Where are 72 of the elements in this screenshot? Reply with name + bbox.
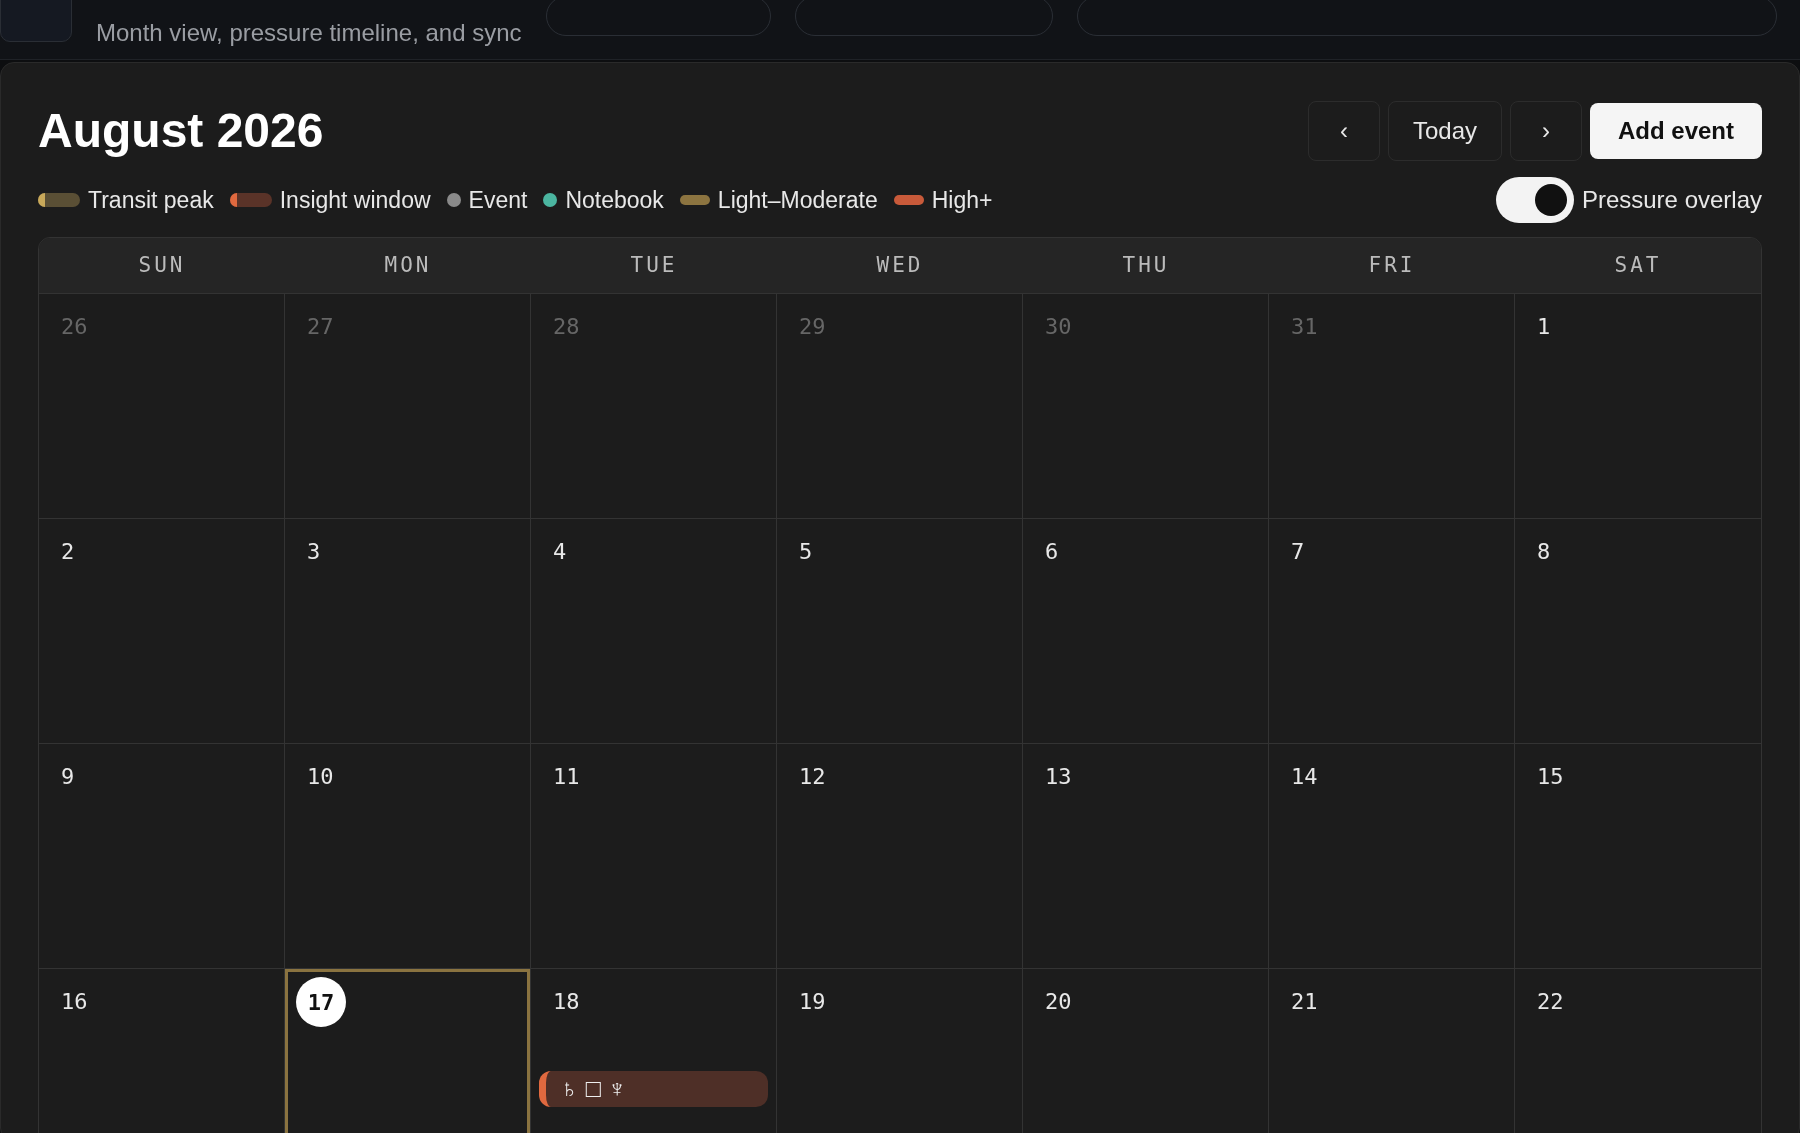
day-cell[interactable]: 3	[285, 518, 531, 743]
day-number: 13	[1045, 763, 1072, 791]
weekday-header: WED	[777, 238, 1023, 293]
legend-label: Light–Moderate	[717, 185, 878, 215]
weekday-header: FRI	[1269, 238, 1515, 293]
day-number: 2	[61, 538, 75, 566]
day-number: 31	[1291, 313, 1318, 341]
day-cell[interactable]: 8	[1515, 518, 1761, 743]
day-number: 4	[553, 538, 567, 566]
previous-month-button[interactable]: ‹	[1307, 101, 1380, 161]
day-number: 19	[799, 988, 826, 1016]
day-number: 28	[553, 313, 580, 341]
day-number: 1	[1537, 313, 1551, 341]
day-cell[interactable]: 14	[1269, 743, 1515, 968]
legend-label: Notebook	[565, 185, 664, 215]
weekday-header: TUE	[531, 238, 777, 293]
weekday-header: MON	[285, 238, 531, 293]
day-number: 17	[296, 977, 346, 1027]
day-cell[interactable]: 12	[777, 743, 1023, 968]
day-cell[interactable]: 1	[1515, 293, 1761, 518]
day-number: 5	[799, 538, 813, 566]
day-number: 26	[61, 313, 88, 341]
insight-window-event[interactable]: ♄ □ ♆	[539, 1071, 768, 1107]
day-number: 21	[1291, 988, 1318, 1016]
day-number: 9	[61, 763, 75, 791]
weekday-header: SAT	[1515, 238, 1761, 293]
day-number: 7	[1291, 538, 1305, 566]
day-cell[interactable]: 20	[1023, 968, 1269, 1133]
next-month-button[interactable]: ›	[1510, 101, 1582, 161]
day-cell[interactable]: 19	[777, 968, 1023, 1133]
day-cell[interactable]: 15	[1515, 743, 1761, 968]
day-number: 14	[1291, 763, 1318, 791]
day-number: 27	[307, 313, 334, 341]
day-number: 30	[1045, 313, 1072, 341]
day-cell[interactable]: 7	[1269, 518, 1515, 743]
day-number: 6	[1045, 538, 1059, 566]
legend-label: Transit peak	[88, 185, 214, 215]
add-event-button[interactable]: Add event	[1590, 103, 1762, 159]
month-title: August 2026	[38, 104, 324, 158]
legend-label: High+	[931, 185, 993, 215]
day-cell[interactable]: 16	[39, 968, 285, 1133]
day-cell[interactable]: 17	[285, 968, 531, 1133]
day-cell[interactable]: 11	[531, 743, 777, 968]
pressure-overlay-toggle[interactable]	[1495, 177, 1574, 223]
header-subtitle: Month view, pressure timeline, and sync	[96, 21, 522, 45]
day-cell[interactable]: 6	[1023, 518, 1269, 743]
day-number: 20	[1045, 988, 1072, 1016]
day-cell[interactable]: 22	[1515, 968, 1761, 1133]
toggle-label: Pressure overlay	[1581, 185, 1762, 215]
day-number: 15	[1537, 763, 1564, 791]
legend-label: Event	[468, 185, 528, 215]
weekday-header: THU	[1023, 238, 1269, 293]
day-number: 10	[307, 763, 334, 791]
day-cell[interactable]: 2	[39, 518, 285, 743]
day-cell[interactable]: 9	[39, 743, 285, 968]
day-cell[interactable]: 13	[1023, 743, 1269, 968]
legend-label: Insight window	[279, 185, 431, 215]
day-number: 22	[1537, 988, 1564, 1016]
day-number: 12	[799, 763, 826, 791]
day-number: 16	[61, 988, 88, 1016]
day-number: 8	[1537, 538, 1551, 566]
day-cell[interactable]: 5	[777, 518, 1023, 743]
day-number: 11	[553, 763, 580, 791]
day-number: 29	[799, 313, 826, 341]
day-number: 18	[553, 988, 580, 1016]
day-cell[interactable]: 18 ♄ □ ♆	[531, 968, 777, 1133]
weekday-header: SUN	[39, 238, 285, 293]
today-button[interactable]: Today	[1387, 101, 1502, 161]
day-number: 3	[307, 538, 321, 566]
day-cell[interactable]: 21	[1269, 968, 1515, 1133]
day-cell[interactable]: 4	[531, 518, 777, 743]
day-cell[interactable]: 10	[285, 743, 531, 968]
